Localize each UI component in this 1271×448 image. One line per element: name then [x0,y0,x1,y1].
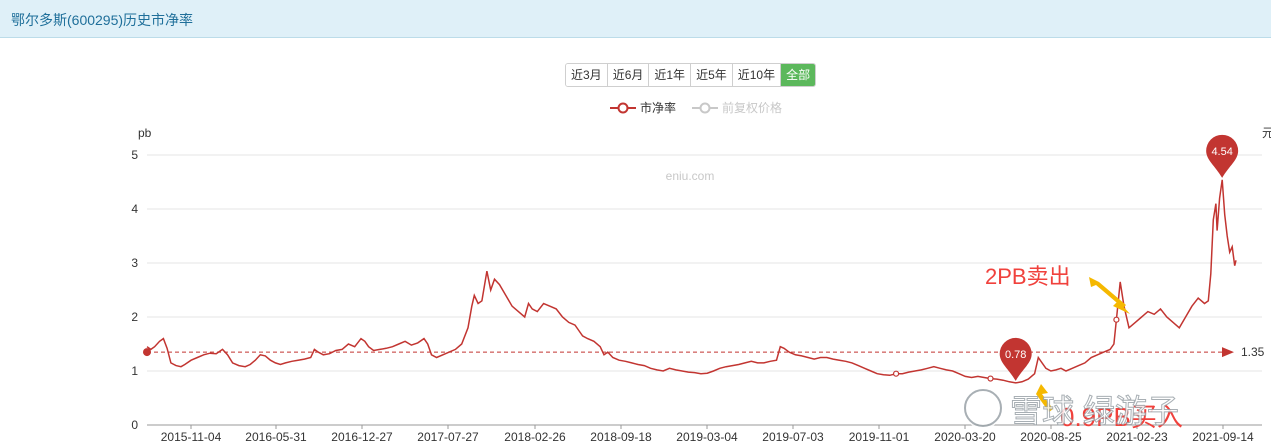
y-tick-label: 0 [131,418,138,432]
x-tick-label: 2019-03-04 [676,430,738,444]
x-tick-label: 2021-02-23 [1106,430,1168,444]
min-marker: 0.78 [999,337,1032,381]
y-axis-label: pb [138,126,152,140]
series-point [1113,316,1120,323]
average-arrow-icon [1222,347,1234,358]
y-tick-label: 1 [131,364,138,378]
y2-axis-label: 元 [1262,126,1271,140]
x-tick-label: 2018-02-26 [504,430,566,444]
pb-line-chart: pb 元 eniu.com 0 1 2 3 4 5 2015-11-04 2016-05-3… [131,126,1271,444]
max-marker-label: 4.54 [1211,146,1232,158]
x-tick-label: 2019-07-03 [762,430,824,444]
xueqiu-watermark: 雪球 绿游子 [962,387,1179,430]
y-tick-label: 5 [131,148,138,162]
x-tick-label: 2018-09-18 [590,430,652,444]
x-tick-label: 2019-11-01 [849,430,910,444]
series-point [987,375,994,382]
min-marker-label: 0.78 [1005,349,1026,361]
xueqiu-watermark-text: 雪球 绿游子 [1010,393,1179,429]
y-tick-label: 3 [131,256,138,270]
annotation-sell-arrow-icon [1089,277,1126,308]
y-tick-label: 4 [131,202,138,216]
x-tick-label: 2017-07-27 [417,430,479,444]
max-marker: 4.54 [1206,134,1239,178]
y-tick-label: 2 [131,310,138,324]
x-tick-label: 2015-11-04 [161,430,222,444]
annotation-sell-text: 2PB卖出 [985,264,1071,289]
chart-watermark: eniu.com [666,169,715,183]
x-tick-label: 2020-08-25 [1020,430,1082,444]
series-point [892,370,900,377]
x-tick-label: 2016-05-31 [245,430,307,444]
average-start-dot [143,348,151,357]
x-tick-label: 2021-09-14 [1192,430,1254,444]
x-tick-label: 2016-12-27 [331,430,393,444]
x-tick-label: 2020-03-20 [934,430,996,444]
average-line-label: 1.35 [1241,345,1265,359]
